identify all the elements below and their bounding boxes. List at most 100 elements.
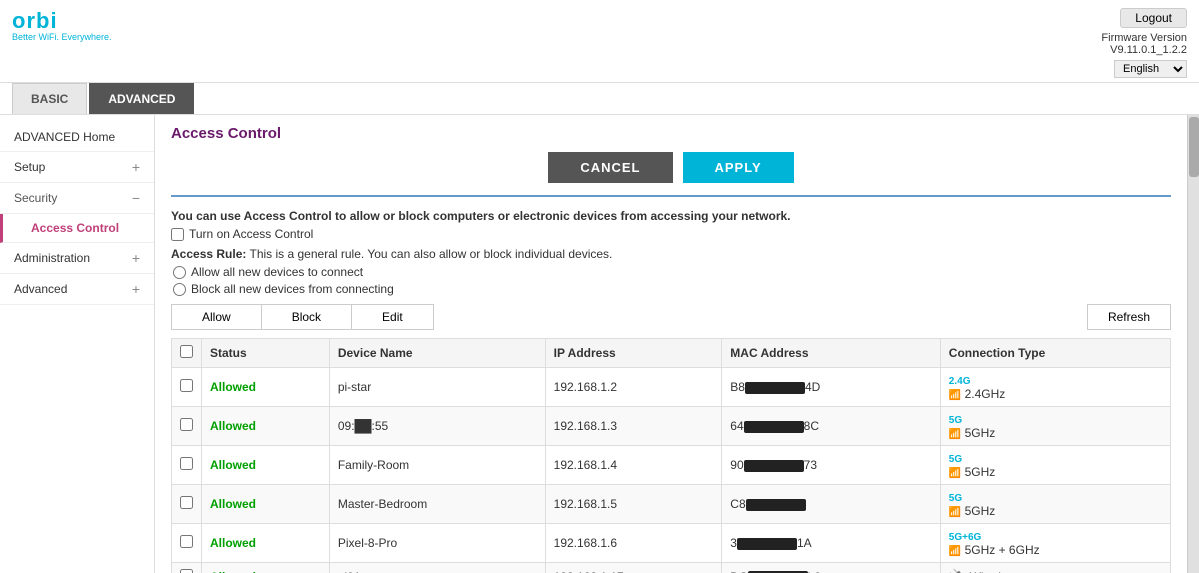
row-checkbox[interactable] [180, 496, 193, 509]
logo: orbi [12, 8, 112, 34]
col-conn-type: Connection Type [940, 339, 1170, 368]
row-conn-type: 5G📶 5GHz [940, 407, 1170, 446]
row-checkbox[interactable] [180, 379, 193, 392]
row-conn-type: 🔌 Wired [940, 563, 1170, 573]
table-header-row: Status Device Name IP Address MAC Addres… [172, 339, 1171, 368]
sidebar-item-advanced[interactable]: Advanced + [0, 274, 154, 305]
action-group: Allow Block Edit [171, 304, 434, 330]
scrollbar-thumb[interactable] [1189, 117, 1199, 177]
cancel-button[interactable]: CANCEL [548, 152, 672, 183]
plus-icon-setup: + [132, 159, 140, 175]
scrollbar[interactable] [1187, 115, 1199, 573]
row-ip: 192.168.1.3 [545, 407, 722, 446]
description-section: You can use Access Control to allow or b… [171, 209, 1171, 296]
sidebar-label-setup: Setup [14, 160, 45, 174]
row-checkbox[interactable] [180, 457, 193, 470]
row-status: Allowed [202, 446, 330, 485]
row-mac: 64 8C [722, 407, 941, 446]
tab-advanced[interactable]: ADVANCED [89, 83, 194, 114]
apply-button[interactable]: APPLY [683, 152, 794, 183]
access-rule-label: Access Rule: [171, 247, 246, 261]
row-conn-type: 2.4G📶 2.4GHz [940, 368, 1170, 407]
refresh-button[interactable]: Refresh [1087, 304, 1171, 330]
radio-block-all-label[interactable]: Block all new devices from connecting [191, 282, 394, 296]
content-area: Access Control CANCEL APPLY You can use … [155, 115, 1187, 573]
firmware-label: Firmware Version [1101, 32, 1187, 44]
radio-allow-all-input[interactable] [173, 266, 186, 279]
row-checkbox-cell [172, 524, 202, 563]
row-device: 09:██:55 [329, 407, 545, 446]
allow-button[interactable]: Allow [172, 305, 262, 329]
tab-basic[interactable]: BASIC [12, 83, 87, 114]
sidebar-label-security: Security [14, 191, 57, 205]
row-conn-type: 5G📶 5GHz [940, 446, 1170, 485]
row-conn-type: 5G📶 5GHz [940, 485, 1170, 524]
row-status: Allowed [202, 524, 330, 563]
page-title: Access Control [171, 125, 1171, 142]
row-status: Allowed [202, 368, 330, 407]
table-row: Allowed Master-Bedroom 192.168.1.5 C8 5G… [172, 485, 1171, 524]
row-ip: 192.168.1.17 [545, 563, 722, 573]
sidebar-item-advanced-home[interactable]: ADVANCED Home [0, 123, 154, 152]
main-layout: ADVANCED Home Setup + Security − Access … [0, 115, 1199, 573]
button-bar: CANCEL APPLY [171, 152, 1171, 197]
radio-allow-all-label[interactable]: Allow all new devices to connect [191, 265, 363, 279]
row-conn-type: 5G+6G📶 5GHz + 6GHz [940, 524, 1170, 563]
block-button[interactable]: Block [262, 305, 352, 329]
header-right: Logout Firmware Version V9.11.0.1_1.2.2 … [1101, 8, 1187, 78]
firmware-info: Firmware Version V9.11.0.1_1.2.2 [1101, 32, 1187, 56]
sidebar-label-advanced: Advanced [14, 282, 67, 296]
access-rule-desc: This is a general rule. You can also all… [250, 247, 613, 261]
turn-on-label[interactable]: Turn on Access Control [189, 227, 313, 241]
language-select[interactable]: English Español Français Deutsch [1114, 60, 1187, 78]
row-ip: 192.168.1.6 [545, 524, 722, 563]
row-device: Family-Room [329, 446, 545, 485]
turn-on-checkbox-row: Turn on Access Control [171, 227, 1171, 241]
row-device: pi-star [329, 368, 545, 407]
col-checkbox [172, 339, 202, 368]
row-checkbox[interactable] [180, 418, 193, 431]
top-header: orbi Better WiFi. Everywhere. Logout Fir… [0, 0, 1199, 83]
sidebar-label-advanced-home: ADVANCED Home [14, 130, 115, 144]
minus-icon-security: − [132, 190, 140, 206]
select-all-checkbox[interactable] [180, 345, 193, 358]
sidebar-label-administration: Administration [14, 251, 90, 265]
device-table: Status Device Name IP Address MAC Addres… [171, 338, 1171, 573]
row-checkbox[interactable] [180, 535, 193, 548]
row-mac: B8 4D [722, 368, 941, 407]
actions-row: Allow Block Edit Refresh [171, 304, 1171, 330]
radio-block-all: Block all new devices from connecting [173, 282, 1171, 296]
col-ip: IP Address [545, 339, 722, 368]
row-ip: 192.168.1.2 [545, 368, 722, 407]
row-checkbox-cell [172, 446, 202, 485]
sidebar-item-access-control[interactable]: Access Control [0, 214, 154, 243]
edit-button[interactable]: Edit [352, 305, 433, 329]
sidebar-item-setup[interactable]: Setup + [0, 152, 154, 183]
row-checkbox-cell [172, 368, 202, 407]
sidebar-item-administration[interactable]: Administration + [0, 243, 154, 274]
col-device-name: Device Name [329, 339, 545, 368]
radio-allow-all: Allow all new devices to connect [173, 265, 1171, 279]
radio-group: Allow all new devices to connect Block a… [173, 265, 1171, 296]
logo-area: orbi Better WiFi. Everywhere. [12, 8, 112, 42]
row-mac: C8 [722, 485, 941, 524]
turn-on-checkbox[interactable] [171, 228, 184, 241]
table-row: Allowed pi01 192.168.1.17 DC b0 🔌 Wired [172, 563, 1171, 573]
tagline: Better WiFi. Everywhere. [12, 32, 112, 42]
radio-block-all-input[interactable] [173, 283, 186, 296]
sidebar-label-access-control: Access Control [31, 221, 119, 235]
row-checkbox-cell [172, 485, 202, 524]
row-mac: 90 73 [722, 446, 941, 485]
col-status: Status [202, 339, 330, 368]
description-text: You can use Access Control to allow or b… [171, 209, 1171, 223]
row-checkbox-cell [172, 407, 202, 446]
row-checkbox-cell [172, 563, 202, 573]
plus-icon-advanced: + [132, 281, 140, 297]
logout-button[interactable]: Logout [1120, 8, 1187, 28]
row-device: pi01 [329, 563, 545, 573]
row-checkbox[interactable] [180, 569, 193, 573]
row-status: Allowed [202, 485, 330, 524]
sidebar-item-security[interactable]: Security − [0, 183, 154, 214]
firmware-version: V9.11.0.1_1.2.2 [1110, 44, 1187, 56]
row-ip: 192.168.1.5 [545, 485, 722, 524]
